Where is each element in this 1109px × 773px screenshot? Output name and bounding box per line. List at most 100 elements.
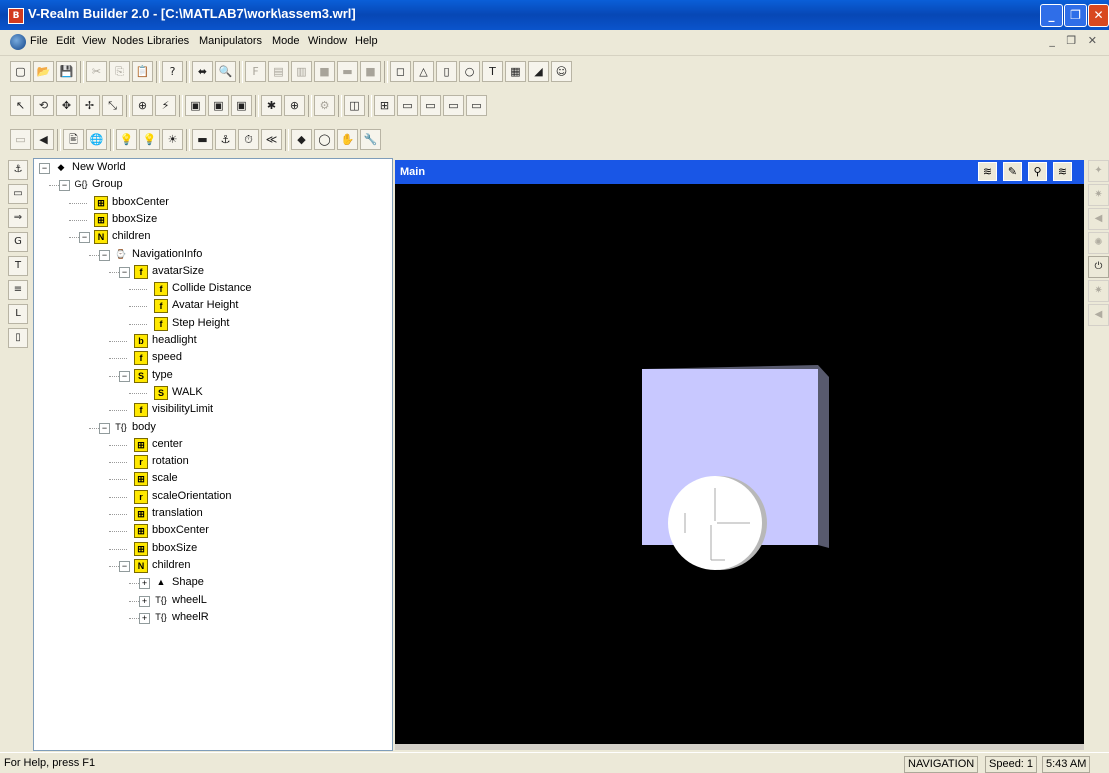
collapse-icon[interactable]: − [119,266,130,278]
time-sensor-button[interactable]: ⏱ [238,129,259,150]
menu-file[interactable]: File [30,35,48,47]
menu-libraries[interactable]: Libraries [147,35,189,47]
menu-help[interactable]: Help [355,35,378,47]
bar-button[interactable]: ▬ [337,61,358,82]
tree-node[interactable]: b headlight [34,333,390,349]
text-button[interactable]: T [482,61,503,82]
help-button[interactable]: ? [162,61,183,82]
tree-node[interactable]: f Collide Distance [34,281,390,297]
tree-node[interactable]: ⊞ bboxSize [34,212,390,228]
menu-edit[interactable]: Edit [56,35,75,47]
square-button[interactable]: ■ [360,61,381,82]
view-walk-button[interactable]: ≋ [1053,162,1072,181]
light-tool-3-button[interactable]: ◀ [1088,208,1109,230]
tree-node[interactable]: r scaleOrientation [34,489,390,505]
new-button[interactable]: ▢ [10,61,31,82]
point-light-button[interactable]: 💡 [116,129,137,150]
elevation-grid-button[interactable]: ▦ [505,61,526,82]
function-button[interactable]: F [245,61,266,82]
block-button[interactable]: ■ [314,61,335,82]
scene-tree[interactable]: − ◆ New World − G{} Group ⊞ bboxCenter ⊞ bboxSize… [33,158,393,751]
expand-icon[interactable]: + [139,612,150,624]
layout-4-button[interactable]: ▭ [466,95,487,116]
script-button[interactable]: ▤ [268,61,289,82]
collision-tool-button[interactable]: ▯ [8,328,28,348]
scale-button[interactable]: ⤡ [102,95,123,116]
collapse-icon[interactable]: − [39,163,50,174]
3d-viewport[interactable] [395,184,1084,744]
touch-sensor-button[interactable]: ◯ [314,129,335,150]
document-button[interactable]: 🖹 [63,129,84,150]
collapse-icon[interactable]: − [99,249,110,261]
layout-2-button[interactable]: ▭ [420,95,441,116]
menu-manipulators[interactable]: Manipulators [199,35,262,47]
restore-button[interactable]: ❐ [1064,4,1087,27]
tree-node[interactable]: ⊞ translation [34,506,390,522]
anchor-tool-button[interactable]: ⚓ [8,160,28,180]
expand-icon[interactable]: + [139,578,150,590]
tree-node[interactable]: ⊞ center [34,437,390,453]
input-button[interactable]: ▭ [10,129,31,150]
menu-mode[interactable]: Mode [272,35,300,47]
sphere-button[interactable]: ○ [459,61,480,82]
group-tool-button[interactable]: G [8,232,28,252]
close-button[interactable]: ✕ [1088,4,1109,27]
menu-view[interactable]: View [82,35,106,47]
collapse-icon[interactable]: − [59,180,70,192]
light-tool-2-button[interactable]: ✷ [1088,184,1109,206]
grid-button[interactable]: ▥ [291,61,312,82]
tree-node[interactable]: − Nchildren [34,229,390,245]
lod-tool-button[interactable]: L [8,304,28,324]
tree-node[interactable]: ⊞ bboxSize [34,541,390,557]
view-examine-button[interactable]: ⚲ [1028,162,1047,181]
tree-node[interactable]: S WALK [34,385,390,401]
view-top-button[interactable]: ▣ [231,95,252,116]
collapse-icon[interactable]: − [99,422,110,434]
tree-node[interactable]: ⊞ scale [34,471,390,487]
collapse-icon[interactable]: − [119,560,130,572]
tree-node[interactable]: + ▲ Shape [34,575,390,591]
world-menu-icon[interactable] [10,34,26,50]
light-tool-1-button[interactable]: ✦ [1088,160,1109,182]
tree-node[interactable]: − G{} Group [34,177,390,193]
move-button[interactable]: ✥ [56,95,77,116]
navigation-mode-button[interactable]: ✱ [261,95,282,116]
copy-button[interactable]: ⎘ [109,61,130,82]
route-button[interactable]: ⚡ [155,95,176,116]
mdi-window-controls[interactable]: _ ❐ ✕ [1049,34,1101,47]
tree-node[interactable]: f visibilityLimit [34,402,390,418]
tree-node[interactable]: − ⌚ NavigationInfo [34,247,390,263]
world-button[interactable]: 🌐 [86,129,107,150]
box-button[interactable]: ◻ [390,61,411,82]
save-button[interactable]: 💾 [56,61,77,82]
transform-tool-button[interactable]: T [8,256,28,276]
tree-node[interactable]: − Stype [34,368,390,384]
headlight-toggle-button[interactable]: ⏻ [1088,256,1109,278]
menu-nodes[interactable]: Nodes [112,35,144,47]
inline-tool-button[interactable]: ⇒ [8,208,28,228]
directional-light-button[interactable]: ☀ [162,129,183,150]
minimize-button[interactable]: _ [1040,4,1063,27]
proximity-sensor-button[interactable]: ◆ [291,129,312,150]
view-fly-button[interactable]: ≋ [978,162,997,181]
spot-light-button[interactable]: 💡 [139,129,160,150]
view-pencil-button[interactable]: ✎ [1003,162,1022,181]
tree-node[interactable]: f Step Height [34,316,390,332]
anchor-button[interactable]: ⚓ [215,129,236,150]
switch-tool-button[interactable]: ≡ [8,280,28,300]
collapse-icon[interactable]: − [119,370,130,382]
extrusion-button[interactable]: ◢ [528,61,549,82]
search-button[interactable]: 🔍 [215,61,236,82]
tree-node[interactable]: + T{} wheelR [34,610,390,626]
layout-3-button[interactable]: ▭ [443,95,464,116]
view-scrollbar[interactable] [395,744,1084,750]
open-button[interactable]: 📂 [33,61,54,82]
tree-node[interactable]: f speed [34,350,390,366]
move-xy-button[interactable]: ✢ [79,95,100,116]
tree-node[interactable]: ⊞ bboxCenter [34,195,390,211]
expand-icon[interactable]: + [139,595,150,607]
light-tool-4-button[interactable]: ✺ [1088,232,1109,254]
drag-sensor-button[interactable]: ✋ [337,129,358,150]
light-tool-6-button[interactable]: ◀ [1088,304,1109,326]
collapse-icon[interactable]: − [79,232,90,244]
